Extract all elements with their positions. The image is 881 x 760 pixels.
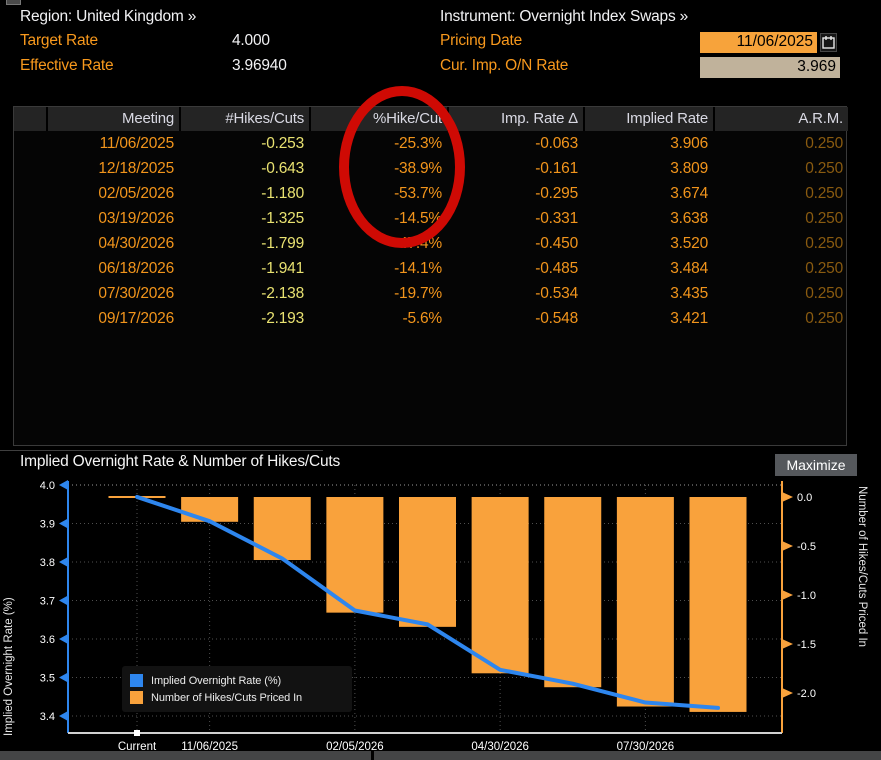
- instrument-link[interactable]: Instrument: Overnight Index Swaps »: [440, 8, 688, 26]
- x-axis-drag-handle: [134, 730, 140, 736]
- hikes-cuts-bar: [544, 497, 601, 687]
- column-header-spacer: [14, 107, 46, 131]
- chart-svg: 4.0 3.9 3.8 3.7 3.6 3.5 3.4 0.0 -0.5 -1.0 -1.5 -2.0…: [0, 448, 881, 760]
- table-cell: -0.450: [447, 231, 583, 256]
- pricing-date-input[interactable]: 11/06/2025: [700, 32, 817, 53]
- svg-text:4.0: 4.0: [40, 480, 55, 492]
- svg-text:0.0: 0.0: [797, 492, 812, 504]
- table-cell: 03/19/2026: [46, 206, 179, 231]
- hikes-cuts-bar: [181, 497, 238, 522]
- column-header[interactable]: Meeting: [46, 107, 179, 131]
- hikes-cuts-bar: [472, 497, 529, 673]
- table-cell: -0.548: [447, 306, 583, 331]
- svg-text:3.7: 3.7: [40, 596, 55, 608]
- table-cell: -0.534: [447, 281, 583, 306]
- cur-imp-on-rate-label: Cur. Imp. O/N Rate: [440, 57, 568, 75]
- legend-swatch-line: [130, 674, 143, 687]
- table-row[interactable]: 09/17/2026-2.193-5.6%-0.5483.4210.250: [14, 306, 846, 331]
- table-cell: -14.1%: [309, 256, 447, 281]
- target-rate-value: 4.000: [232, 32, 270, 50]
- region-link[interactable]: Region: United Kingdom »: [20, 8, 196, 26]
- table-cell: 0.250: [713, 281, 848, 306]
- table-cell: 04/30/2026: [46, 231, 179, 256]
- svg-text:-2.0: -2.0: [797, 688, 816, 700]
- table-cell: -1.941: [179, 256, 309, 281]
- table-cell: 3.809: [583, 156, 713, 181]
- table-row[interactable]: 07/30/2026-2.138-19.7%-0.5343.4350.250: [14, 281, 846, 306]
- column-header[interactable]: Imp. Rate Δ: [447, 107, 583, 131]
- enable-overrides-clipped: Enable Overrides: [0, 0, 215, 5]
- svg-text:3.6: 3.6: [40, 634, 55, 646]
- enable-overrides-checkbox[interactable]: [6, 0, 21, 5]
- table-cell: -0.063: [447, 131, 583, 156]
- table-cell: 3.674: [583, 181, 713, 206]
- column-header[interactable]: A.R.M.: [713, 107, 848, 131]
- table-cell: 0.250: [713, 256, 848, 281]
- column-header[interactable]: #Hikes/Cuts: [179, 107, 309, 131]
- legend-label-bar: Number of Hikes/Cuts Priced In: [151, 692, 302, 704]
- table-cell: -1.799: [179, 231, 309, 256]
- table-cell: 3.520: [583, 231, 713, 256]
- legend-label-line: Implied Overnight Rate (%): [151, 675, 281, 687]
- table-cell: 0.250: [713, 206, 848, 231]
- table-cell: -5.6%: [309, 306, 447, 331]
- svg-text:-0.5: -0.5: [797, 541, 816, 553]
- table-cell: -2.193: [179, 306, 309, 331]
- hikes-cuts-bar: [254, 497, 311, 560]
- table-cell: 0.250: [713, 131, 848, 156]
- table-cell: -1.325: [179, 206, 309, 231]
- annotation-red-circle: [339, 86, 465, 248]
- svg-text:3.9: 3.9: [40, 519, 55, 531]
- table-cell: 3.421: [583, 306, 713, 331]
- legend-swatch-bar: [130, 691, 143, 704]
- table-cell: -0.161: [447, 156, 583, 181]
- table-cell: 3.435: [583, 281, 713, 306]
- svg-text:3.4: 3.4: [40, 711, 55, 723]
- column-header[interactable]: Implied Rate: [583, 107, 713, 131]
- right-axis-title: Number of Hikes/Cuts Priced In: [856, 486, 868, 746]
- table-cell: 02/05/2026: [46, 181, 179, 206]
- bottom-panel-edge: [0, 751, 881, 760]
- table-cell: -19.7%: [309, 281, 447, 306]
- calendar-icon[interactable]: [820, 33, 837, 52]
- hikes-cuts-bar: [690, 497, 747, 712]
- table-cell: -0.485: [447, 256, 583, 281]
- svg-text:3.8: 3.8: [40, 557, 55, 569]
- target-rate-label: Target Rate: [20, 32, 98, 50]
- svg-text:-1.0: -1.0: [797, 590, 816, 602]
- table-cell: 09/17/2026: [46, 306, 179, 331]
- cur-imp-on-rate-field[interactable]: 3.969: [700, 57, 840, 78]
- table-cell: -2.138: [179, 281, 309, 306]
- table-cell: 3.906: [583, 131, 713, 156]
- svg-text:-1.5: -1.5: [797, 639, 816, 651]
- table-cell: 0.250: [713, 156, 848, 181]
- table-cell: -0.253: [179, 131, 309, 156]
- table-cell: 12/18/2025: [46, 156, 179, 181]
- table-cell: 3.484: [583, 256, 713, 281]
- table-cell: -0.643: [179, 156, 309, 181]
- chart-legend: Implied Overnight Rate (%) Number of Hik…: [122, 666, 352, 712]
- pricing-date-label: Pricing Date: [440, 32, 522, 50]
- svg-text:3.5: 3.5: [40, 673, 55, 685]
- table-cell: 3.638: [583, 206, 713, 231]
- table-cell: -0.295: [447, 181, 583, 206]
- effective-rate-value: 3.96940: [232, 57, 287, 75]
- enable-overrides-label: Enable Overrides: [32, 0, 155, 3]
- table-cell: 0.250: [713, 181, 848, 206]
- hikes-cuts-bar: [617, 497, 674, 707]
- table-cell: 06/18/2026: [46, 256, 179, 281]
- table-cell: -0.331: [447, 206, 583, 231]
- table-cell: -1.180: [179, 181, 309, 206]
- table-cell: 0.250: [713, 231, 848, 256]
- hikes-cuts-bar: [399, 497, 456, 627]
- table-cell: 0.250: [713, 306, 848, 331]
- table-cell: 07/30/2026: [46, 281, 179, 306]
- table-cell: 11/06/2025: [46, 131, 179, 156]
- left-axis-title: Implied Overnight Rate (%): [3, 488, 15, 736]
- effective-rate-label: Effective Rate: [20, 57, 113, 75]
- table-row[interactable]: 06/18/2026-1.941-14.1%-0.4853.4840.250: [14, 256, 846, 281]
